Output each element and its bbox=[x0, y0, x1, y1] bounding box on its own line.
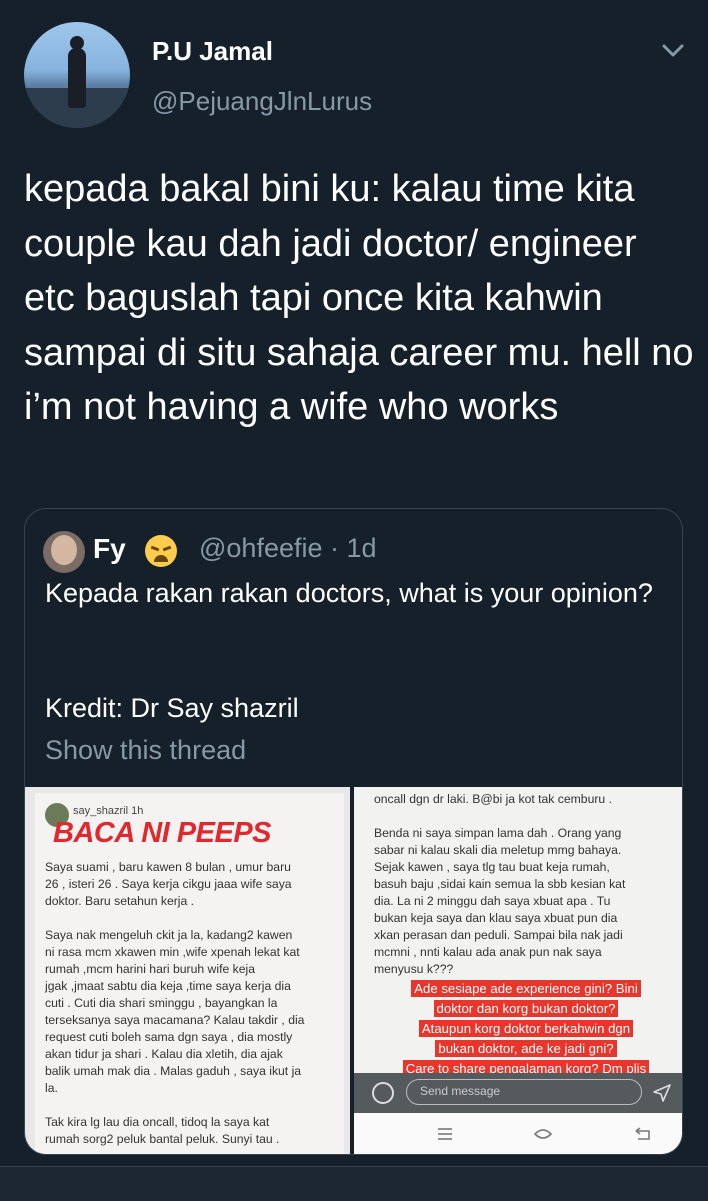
quoted-tweet[interactable]: Fy @ohfeefie · 1d Kepada rakan rakan doc… bbox=[24, 508, 683, 1155]
tweet-text: kepada bakal bini ku: kalau time kita co… bbox=[24, 168, 694, 428]
attached-image-left[interactable]: say_shazril 1h BACA NI PEEPS Saya suami … bbox=[25, 787, 350, 1154]
weary-face-emoji-icon bbox=[145, 535, 177, 567]
author-name[interactable]: P.U Jamal bbox=[152, 36, 273, 67]
quote-author-name: Fy bbox=[93, 533, 126, 564]
story-headline: BACA NI PEEPS bbox=[53, 817, 272, 849]
chevron-down-icon[interactable] bbox=[658, 36, 688, 66]
recent-apps-icon bbox=[438, 1128, 452, 1140]
author-handle[interactable]: @PejuangJlnLurus bbox=[152, 86, 372, 117]
quote-text: Kepada rakan rakan doctors, what is your… bbox=[45, 578, 653, 608]
highlight-line: bukan doktor, ade ke jadi gni? bbox=[435, 1040, 617, 1057]
avatar-person bbox=[68, 48, 86, 108]
back-icon bbox=[635, 1127, 650, 1140]
send-icon bbox=[653, 1084, 671, 1102]
story-highlight-text: Ade sesiape ade experience gini? Bini do… bbox=[378, 979, 674, 1079]
story-body-text-continued: oncall dgn dr laki. B@bi ja kot tak cemb… bbox=[374, 792, 626, 976]
bottom-action-bar bbox=[0, 1166, 708, 1201]
send-message-placeholder: Send message bbox=[420, 1084, 501, 1098]
highlight-line: Ade sesiape ade experience gini? Bini bbox=[411, 980, 641, 997]
camera-icon bbox=[372, 1082, 394, 1104]
home-icon bbox=[533, 1129, 553, 1139]
attached-image-right[interactable]: oncall dgn dr laki. B@bi ja kot tak cemb… bbox=[354, 787, 682, 1154]
author-avatar[interactable] bbox=[24, 22, 130, 128]
quote-credit: Kredit: Dr Say shazril bbox=[45, 693, 299, 723]
highlight-line: Ataupun korg doktor berkahwin dgn bbox=[418, 1020, 634, 1037]
highlight-line: doktor dan korg bukan doktor? bbox=[433, 1000, 619, 1017]
show-thread-link[interactable]: Show this thread bbox=[45, 735, 246, 766]
quote-author-avatar bbox=[43, 531, 85, 573]
story-username: say_shazril 1h bbox=[73, 805, 144, 817]
story-body-text: Saya suami , baru kawen 8 bulan , umur b… bbox=[45, 860, 305, 1146]
quote-author-handle-time: @ohfeefie · 1d bbox=[199, 533, 377, 563]
